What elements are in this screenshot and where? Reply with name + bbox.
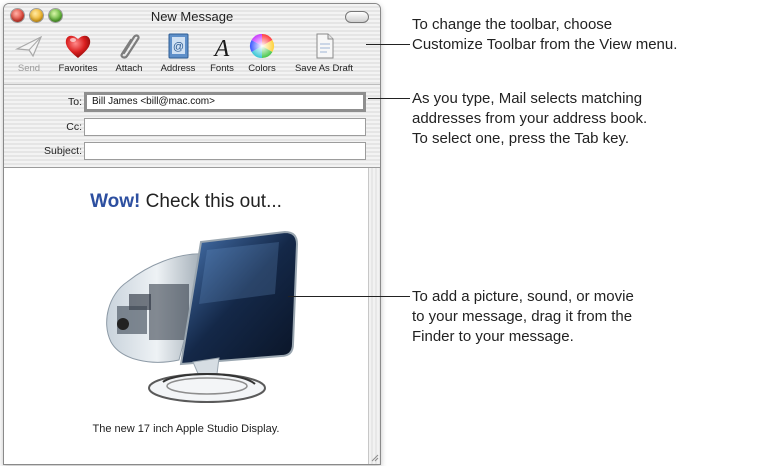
callout-address-line-3: To select one, press the Tab key. (412, 130, 630, 147)
callout-line-address (368, 98, 410, 99)
to-label: To: (67, 96, 82, 108)
cc-label: Cc: (66, 121, 82, 133)
image-caption: The new 17 inch Apple Studio Display. (92, 423, 280, 435)
callout-toolbar-line-2: Customize Toolbar from the View menu. (412, 36, 678, 53)
message-body[interactable]: Wow! Check this out... The new 17 inch A… (4, 168, 368, 464)
callout-address-line-2: addresses from your address book. (412, 110, 648, 127)
subject-row: Subject: (4, 142, 380, 162)
to-field[interactable]: Bill James <bill@mac.com> (84, 92, 366, 112)
toolbar: Send Favorites Attach @ Address A Fonts … (4, 28, 380, 85)
send-button[interactable]: Send (11, 31, 47, 74)
cc-row: Cc: (4, 118, 380, 138)
cc-field[interactable] (84, 118, 366, 136)
vertical-scrollbar[interactable] (368, 168, 380, 464)
colors-button[interactable]: Colors (244, 31, 280, 74)
paperclip-icon (120, 34, 140, 59)
callout-attachment-line-2: to your message, drag it from the (412, 308, 633, 325)
address-button[interactable]: @ Address (156, 31, 200, 74)
save-as-draft-label: Save As Draft (294, 63, 354, 74)
favorites-label: Favorites (58, 63, 98, 74)
title-bar[interactable]: New Message (4, 4, 380, 28)
save-as-draft-button[interactable]: Save As Draft (288, 31, 360, 74)
fonts-button[interactable]: A Fonts (206, 31, 238, 74)
font-A-icon: A (213, 36, 230, 61)
draft-document-icon (316, 33, 334, 59)
to-row: To: Bill James <bill@mac.com> (4, 92, 380, 113)
compose-window: New Message Send Favorites Attach @ Addr… (3, 3, 381, 465)
paper-plane-icon (14, 35, 43, 58)
callout-toolbar: To change the toolbar, choose Customize … (412, 15, 677, 55)
attach-button[interactable]: Attach (110, 31, 148, 74)
subject-field[interactable] (84, 142, 366, 160)
callout-attachment-line-1: To add a picture, sound, or movie (412, 288, 634, 305)
callout-attachment-line-3: Finder to your message. (412, 328, 574, 345)
attach-label: Attach (115, 63, 143, 74)
fonts-label: Fonts (210, 63, 234, 74)
window-title: New Message (150, 9, 234, 24)
apple-studio-display-image (106, 230, 299, 403)
callout-toolbar-line-1: To change the toolbar, choose (412, 16, 613, 33)
heart-icon (65, 35, 91, 58)
svg-text:A: A (213, 36, 230, 61)
address-label: Address (160, 63, 196, 74)
subject-label: Subject: (44, 145, 82, 157)
callout-line-toolbar (366, 44, 410, 45)
color-wheel-icon (249, 33, 275, 58)
callout-attachment: To add a picture, sound, or movie to you… (412, 287, 634, 347)
headline-accent: Wow! (90, 191, 141, 212)
address-book-icon: @ (168, 33, 189, 59)
resize-grip-icon[interactable] (369, 452, 379, 462)
message-headline: Wow! Check this out... (4, 191, 368, 213)
callout-address: As you type, Mail selects matching addre… (412, 89, 647, 149)
callout-line-attachment (288, 296, 410, 297)
send-label: Send (17, 63, 41, 74)
svg-text:@: @ (173, 41, 184, 53)
favorites-button[interactable]: Favorites (55, 31, 101, 74)
headline-text: Check this out... (145, 191, 282, 212)
callout-address-line-1: As you type, Mail selects matching (412, 90, 643, 107)
toolbar-toggle-button[interactable] (345, 11, 369, 23)
header-fields: To: Bill James <bill@mac.com> Cc: Subjec… (4, 85, 380, 168)
colors-label: Colors (248, 63, 276, 74)
